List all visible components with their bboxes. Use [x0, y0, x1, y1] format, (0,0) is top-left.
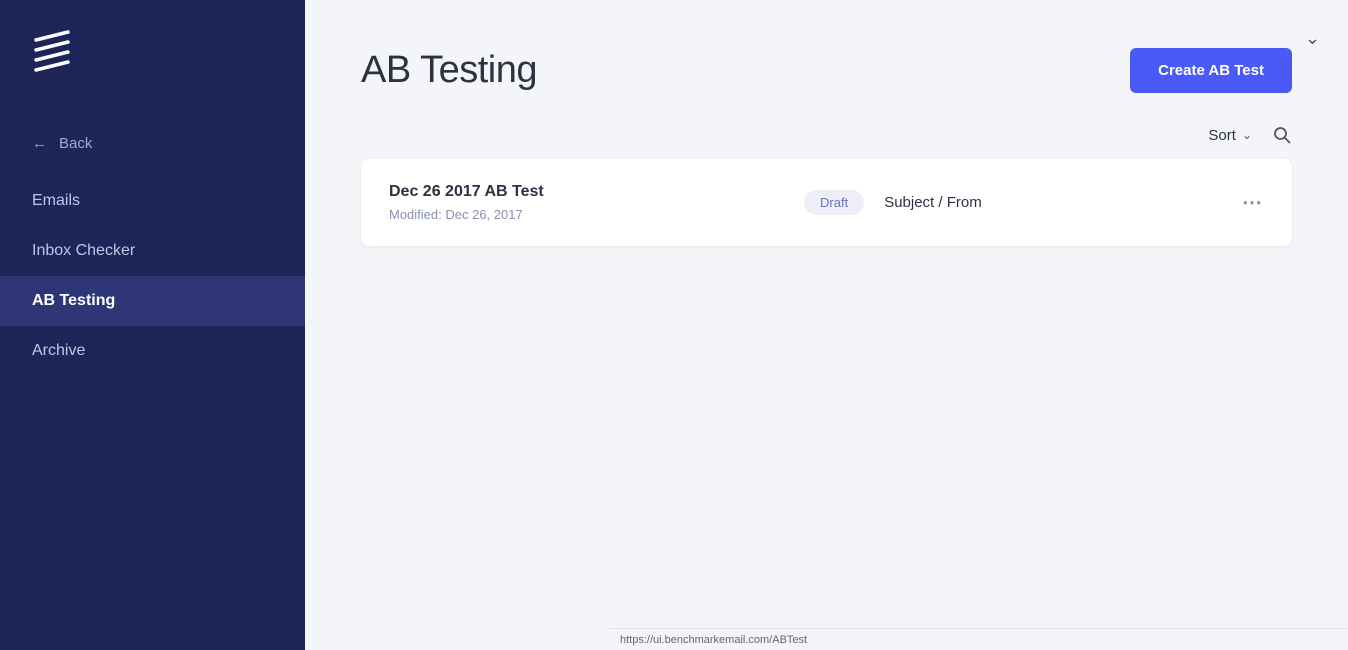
main-content: ⌄ AB Testing Create AB Test Sort ⌄ Dec 2…: [305, 0, 1348, 650]
card-title: Dec 26 2017 AB Test: [389, 183, 544, 201]
search-button[interactable]: [1272, 125, 1292, 145]
statusbar-url: https://ui.benchmarkemail.com/ABTest: [620, 634, 807, 646]
sidebar-item-label-inbox-checker: Inbox Checker: [32, 242, 135, 259]
sidebar-logo: [0, 0, 305, 121]
sidebar: ← Back Emails Inbox Checker AB Testing A…: [0, 0, 305, 650]
search-icon: [1272, 125, 1292, 145]
sidebar-item-emails[interactable]: Emails: [0, 176, 305, 226]
card-info: Dec 26 2017 AB Test Modified: Dec 26, 20…: [389, 183, 544, 222]
sidebar-nav: ← Back Emails Inbox Checker AB Testing A…: [0, 121, 305, 376]
statusbar: https://ui.benchmarkemail.com/ABTest: [610, 628, 1348, 650]
back-arrow-icon: ←: [32, 135, 47, 152]
brand-logo-icon: [28, 28, 76, 76]
card-meta: Draft Subject / From: [804, 190, 982, 215]
card-type: Subject / From: [884, 194, 982, 211]
sidebar-item-ab-testing[interactable]: AB Testing: [0, 276, 305, 326]
card-menu-button[interactable]: ⋯: [1242, 190, 1264, 215]
main-header: AB Testing Create AB Test: [305, 0, 1348, 125]
sidebar-item-label-archive: Archive: [32, 342, 85, 359]
sort-label: Sort: [1208, 127, 1236, 144]
card-subtitle: Modified: Dec 26, 2017: [389, 207, 544, 222]
sort-button[interactable]: Sort ⌄: [1208, 127, 1252, 144]
page-title: AB Testing: [361, 49, 537, 92]
back-label: Back: [59, 135, 92, 152]
sort-chevron-icon: ⌄: [1242, 128, 1252, 142]
sidebar-item-label-emails: Emails: [32, 192, 80, 209]
status-badge: Draft: [804, 190, 864, 215]
ab-test-list: Dec 26 2017 AB Test Modified: Dec 26, 20…: [305, 159, 1348, 615]
table-row: Dec 26 2017 AB Test Modified: Dec 26, 20…: [361, 159, 1292, 246]
sidebar-item-archive[interactable]: Archive: [0, 326, 305, 376]
create-ab-test-button[interactable]: Create AB Test: [1130, 48, 1292, 93]
toolbar: Sort ⌄: [305, 125, 1348, 159]
top-right-chevron-icon[interactable]: ⌄: [1305, 28, 1320, 49]
back-button[interactable]: ← Back: [0, 121, 305, 166]
sidebar-item-inbox-checker[interactable]: Inbox Checker: [0, 226, 305, 276]
sidebar-item-label-ab-testing: AB Testing: [32, 292, 115, 309]
